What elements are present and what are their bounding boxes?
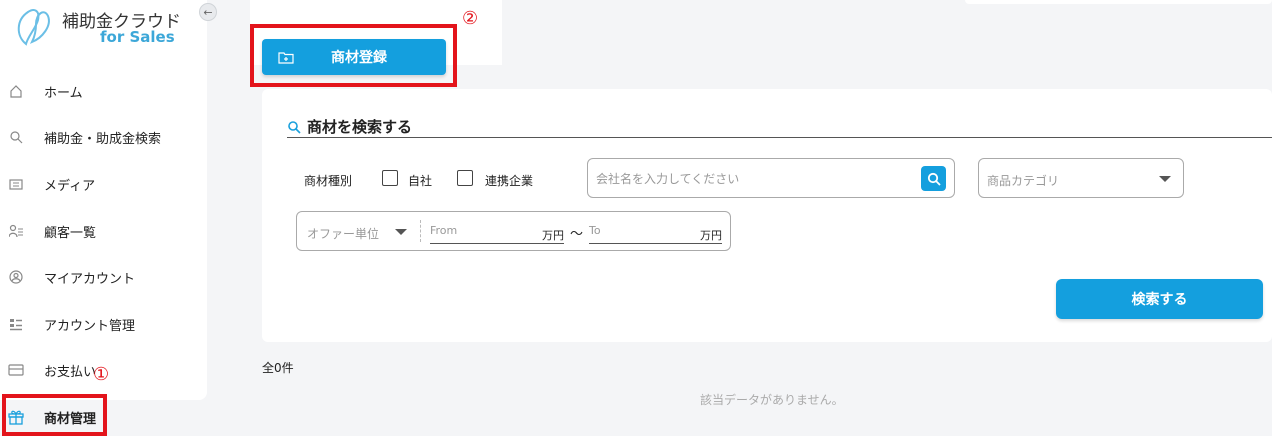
empty-message: 該当データがありません。 [700,393,844,407]
to-placeholder: To [589,224,601,237]
logo-mark-icon [17,9,50,46]
from-placeholder: From [430,224,458,237]
range-separator: 〜 [570,227,584,242]
search-icon [8,129,24,145]
annotation-marker-2: ② [462,8,479,29]
offer-unit-select[interactable]: オファー単位 [297,212,419,250]
company-search-field [587,158,955,198]
chevron-down-icon [1159,176,1171,182]
highlight-box-register [250,24,457,87]
amount-from-input[interactable]: From 万円 [430,222,564,244]
customers-icon [8,223,24,239]
product-type-label: 商材種別 [304,174,353,188]
category-placeholder: 商品カテゴリ [987,174,1060,188]
media-icon [8,176,24,192]
sidebar-item-label: メディア [44,178,96,194]
sidebar-collapse-button[interactable]: ← [199,3,217,21]
search-title-text: 商材を検索する [307,118,413,136]
divider [287,137,1272,138]
sidebar-item-subsidy-search[interactable]: 補助金・助成金検索 [0,119,207,155]
search-icon [927,172,941,186]
offer-range-group: オファー単位 From 万円 〜 To 万円 [296,211,731,251]
arrow-left-icon: ← [203,5,213,19]
sidebar-item-label: マイアカウント [44,271,136,287]
sidebar-item-media[interactable]: メディア [0,166,207,202]
search-icon [288,120,301,134]
company-search-button[interactable] [921,166,946,191]
sidebar-item-label: お支払い [44,364,97,380]
home-icon [8,83,24,99]
amount-to-input[interactable]: To 万円 [589,222,722,244]
product-category-select[interactable]: 商品カテゴリ [978,158,1184,198]
divider [420,220,421,242]
search-submit-button[interactable]: 検索する [1056,279,1263,319]
own-company-checkbox[interactable] [382,170,398,186]
sidebar-item-label: 補助金・助成金検索 [44,131,162,147]
sidebar-item-account-management[interactable]: アカウント管理 [0,306,207,342]
app-logo[interactable]: 補助金クラウド for Sales [12,4,192,50]
account-management-icon [8,316,24,332]
sidebar-item-label: 顧客一覧 [44,225,97,241]
search-section-title: 商材を検索する [287,116,412,137]
sidebar-item-home[interactable]: ホーム [0,73,207,109]
brand-subtitle: for Sales [100,28,175,46]
header-bar [965,0,1272,4]
unit-label: 万円 [542,229,564,242]
payment-card-icon [8,362,24,378]
highlight-box-product-management [2,394,107,436]
unit-label: 万円 [700,229,722,242]
sidebar-item-label: アカウント管理 [44,318,136,334]
result-count: 全0件 [262,361,294,375]
partner-company-checkbox[interactable] [457,170,473,186]
chevron-down-icon [395,229,407,235]
sidebar-item-my-account[interactable]: マイアカウント [0,259,207,295]
sidebar-item-label: ホーム [44,85,83,101]
annotation-marker-1: ① [93,364,110,385]
account-icon [8,269,24,285]
sidebar-item-customers[interactable]: 顧客一覧 [0,213,207,249]
offer-unit-placeholder: オファー単位 [307,227,380,241]
company-name-input[interactable] [596,169,916,189]
own-company-label: 自社 [408,174,433,188]
partner-company-label: 連携企業 [485,174,534,188]
